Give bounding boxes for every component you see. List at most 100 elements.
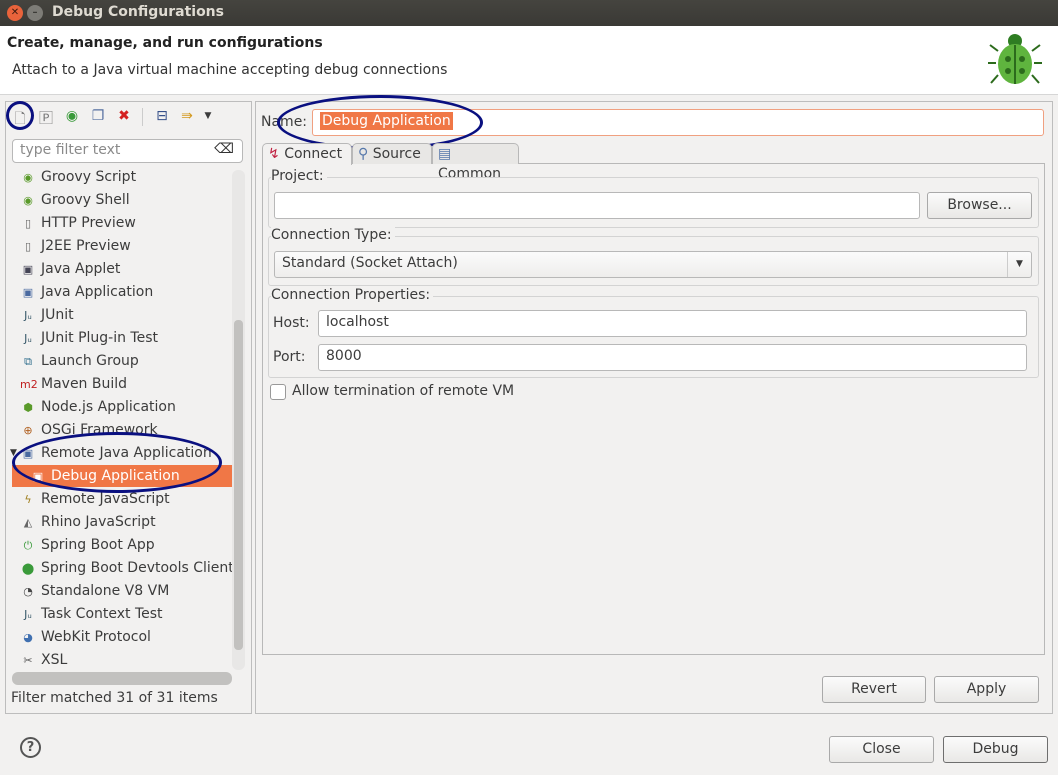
- scrollbar-thumb[interactable]: [234, 320, 243, 650]
- filter-input[interactable]: type filter text ⌫: [12, 139, 243, 163]
- remote-java-icon: ▣: [32, 470, 44, 483]
- port-label: Port:: [273, 349, 306, 365]
- item-label: Standalone V8 VM: [41, 583, 170, 599]
- connection-type-label: Connection Type:: [271, 227, 395, 243]
- tab-source[interactable]: ⚲ Source: [352, 143, 432, 164]
- host-label: Host:: [273, 315, 310, 331]
- item-label: Spring Boot Devtools Client: [41, 560, 234, 576]
- chevron-down-icon[interactable]: ▼: [1007, 252, 1031, 277]
- config-tree-item[interactable]: ◔ Standalone V8 VM: [20, 580, 169, 602]
- junit-icon: Jᵤ: [24, 608, 32, 621]
- filter-status: Filter matched 31 of 31 items: [11, 690, 218, 706]
- new-prototype-icon[interactable]: 🄿: [37, 108, 55, 128]
- config-tree-item[interactable]: ⊕ OSGi Framework: [20, 419, 157, 441]
- item-label: JUnit Plug-in Test: [41, 330, 159, 346]
- horizontal-scrollbar[interactable]: [12, 672, 232, 685]
- v8-icon: ◔: [23, 585, 33, 598]
- config-tree-item[interactable]: ϟ Remote JavaScript: [20, 488, 170, 510]
- remote-java-icon: ▣: [22, 447, 34, 460]
- config-tree-item[interactable]: ◭ Rhino JavaScript: [20, 511, 156, 533]
- window-title: Debug Configurations: [52, 4, 224, 20]
- tab-label: Source: [372, 146, 421, 162]
- allow-termination-label[interactable]: Allow termination of remote VM: [292, 383, 514, 399]
- groovy-icon: ◉: [23, 194, 33, 207]
- config-tree-item[interactable]: ▯ J2EE Preview: [20, 235, 131, 257]
- minimize-window-icon[interactable]: –: [27, 5, 43, 21]
- server-icon: ▯: [24, 240, 32, 253]
- host-input[interactable]: localhost: [318, 310, 1027, 337]
- expand-chevron-icon[interactable]: ▼: [10, 442, 17, 464]
- config-tree-item[interactable]: ▼ ▣ Remote Java Application: [10, 442, 212, 464]
- item-label: Spring Boot App: [41, 537, 155, 553]
- config-tree-item[interactable]: ▣ Java Application: [20, 281, 153, 303]
- config-tree-item[interactable]: ▣ Java Applet: [20, 258, 121, 280]
- clear-filter-icon[interactable]: ⌫: [214, 141, 234, 157]
- revert-button[interactable]: Revert: [822, 676, 926, 703]
- config-tree-item[interactable]: ✂ XSL: [20, 649, 67, 671]
- debug-button[interactable]: Debug: [943, 736, 1048, 763]
- spring-devtools-icon: ⬤: [21, 562, 35, 575]
- item-label: Remote JavaScript: [41, 491, 170, 507]
- browse-button[interactable]: Browse...: [927, 192, 1032, 219]
- item-label: Launch Group: [41, 353, 139, 369]
- config-tree-item[interactable]: ⬢ Node.js Application: [20, 396, 176, 418]
- item-label: XSL: [41, 652, 68, 668]
- tab-common[interactable]: ▤ Common: [432, 143, 519, 182]
- config-tree-item[interactable]: m2 Maven Build: [20, 373, 127, 395]
- header-title: Create, manage, and run configurations: [7, 35, 323, 51]
- view-menu-chevron-down-icon[interactable]: ▼: [199, 111, 217, 121]
- close-window-icon[interactable]: ✕: [7, 5, 23, 21]
- connection-properties-label: Connection Properties:: [271, 287, 434, 303]
- connection-type-value: Standard (Socket Attach): [282, 255, 458, 271]
- common-icon: ▤: [438, 146, 452, 162]
- config-tree-item[interactable]: ◉ Groovy Script: [20, 166, 136, 188]
- config-tree-item[interactable]: ⧉ Launch Group: [20, 350, 139, 372]
- item-label: Java Application: [41, 284, 154, 300]
- name-value: Debug Application: [320, 112, 453, 130]
- item-label: Debug Application: [51, 468, 180, 484]
- allow-termination-checkbox[interactable]: [270, 384, 286, 400]
- name-label: Name:: [261, 114, 308, 130]
- config-tree-item[interactable]: ▣ Debug Application: [12, 465, 233, 487]
- help-icon[interactable]: ?: [20, 737, 41, 758]
- filter-placeholder: type filter text: [20, 142, 121, 158]
- config-tree-item[interactable]: ▯ HTTP Preview: [20, 212, 136, 234]
- config-tree-item[interactable]: Jᵤ JUnit Plug-in Test: [20, 327, 158, 349]
- connection-type-select[interactable]: Standard (Socket Attach) ▼: [274, 251, 1032, 278]
- duplicate-icon[interactable]: ❐: [89, 108, 107, 124]
- project-label: Project:: [271, 168, 327, 184]
- tab-connect[interactable]: ↯ Connect: [262, 143, 352, 165]
- config-tree-item[interactable]: ◕ WebKit Protocol: [20, 626, 151, 648]
- config-tree-item[interactable]: ⬤ Spring Boot Devtools Client: [20, 557, 234, 579]
- config-tree-item[interactable]: Jᵤ Task Context Test: [20, 603, 163, 625]
- nodejs-icon: ⬢: [23, 401, 33, 414]
- item-label: Task Context Test: [41, 606, 163, 622]
- vertical-scrollbar[interactable]: [232, 170, 245, 670]
- config-tree-item[interactable]: ◉ Groovy Shell: [20, 189, 130, 211]
- port-input[interactable]: 8000: [318, 344, 1027, 371]
- connect-icon: ↯: [268, 146, 280, 162]
- junit-plugin-icon: Jᵤ: [24, 332, 32, 345]
- config-tree-item[interactable]: ⏻ Spring Boot App: [20, 534, 155, 556]
- osgi-icon: ⊕: [23, 424, 33, 437]
- close-button[interactable]: Close: [829, 736, 934, 763]
- config-tree-item[interactable]: Jᵤ JUnit: [20, 304, 74, 326]
- filter-icon[interactable]: ⇛: [178, 108, 196, 124]
- apply-button[interactable]: Apply: [934, 676, 1039, 703]
- item-label: Java Applet: [41, 261, 121, 277]
- dialog-header: Create, manage, and run configurations A…: [0, 26, 1058, 95]
- project-input[interactable]: [274, 192, 920, 219]
- export-icon[interactable]: ◉: [63, 108, 81, 124]
- rhino-icon: ◭: [23, 516, 33, 529]
- item-label: Groovy Shell: [41, 192, 130, 208]
- title-bar: ✕ – Debug Configurations: [0, 0, 1058, 26]
- item-label: WebKit Protocol: [41, 629, 151, 645]
- collapse-all-icon[interactable]: ⊟: [153, 108, 171, 124]
- item-label: Remote Java Application: [41, 445, 212, 461]
- launch-group-icon: ⧉: [24, 355, 32, 368]
- new-configuration-icon[interactable]: 🗋: [11, 108, 29, 132]
- applet-icon: ▣: [22, 263, 34, 276]
- toolbar-separator: [142, 108, 143, 126]
- name-input[interactable]: Debug Application: [312, 109, 1044, 136]
- delete-icon[interactable]: ✖: [115, 108, 133, 124]
